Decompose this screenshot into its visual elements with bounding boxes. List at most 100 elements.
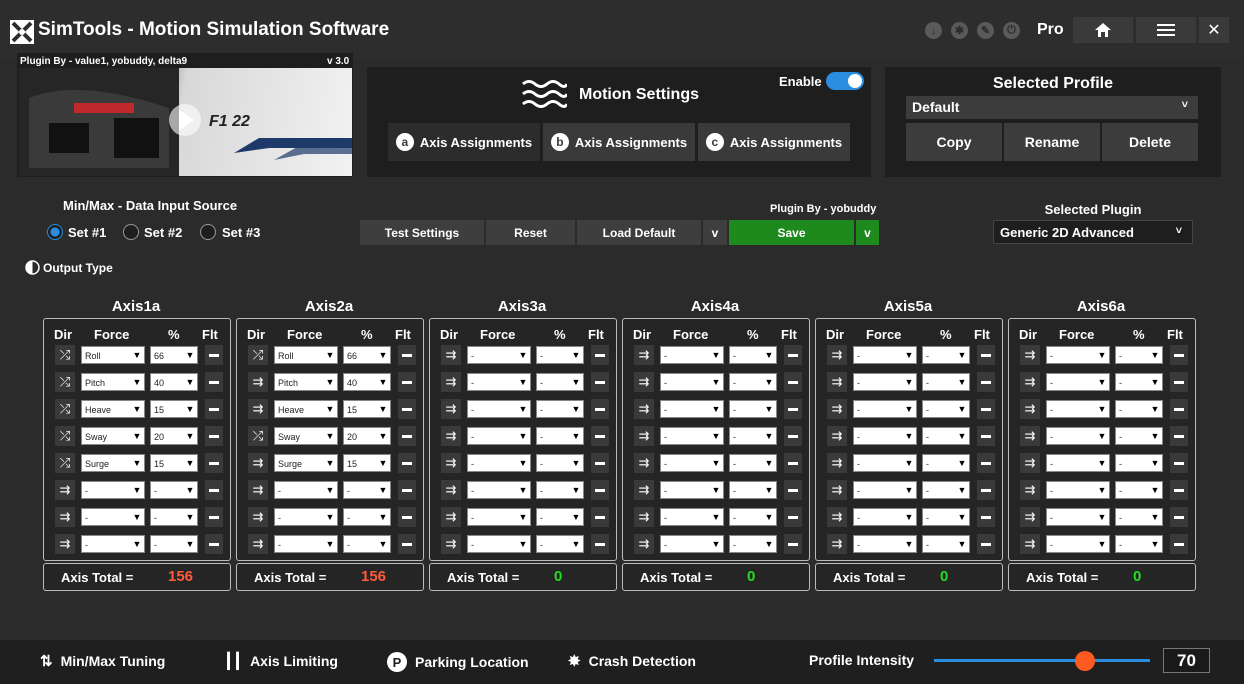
normal-direction-icon[interactable]: ⇉ [634, 453, 654, 473]
force-select[interactable]: - ▼ [853, 535, 917, 553]
filter-button[interactable] [205, 426, 223, 446]
percent-select[interactable]: - ▼ [922, 346, 970, 364]
filter-button[interactable] [977, 534, 995, 554]
normal-direction-icon[interactable]: ⇉ [1020, 426, 1040, 446]
percent-select[interactable]: - ▼ [1115, 454, 1163, 472]
force-select[interactable]: - ▼ [467, 508, 531, 526]
normal-direction-icon[interactable]: ⇉ [1020, 345, 1040, 365]
save-button[interactable]: Save [729, 220, 854, 245]
force-select[interactable]: - ▼ [853, 400, 917, 418]
percent-select[interactable]: - ▼ [150, 535, 198, 553]
filter-button[interactable] [591, 426, 609, 446]
copy-button[interactable]: Copy [906, 123, 1002, 161]
close-button[interactable]: ✕ [1199, 17, 1229, 43]
crash-detection-button[interactable]: ✸ Crash Detection [568, 652, 696, 670]
percent-select[interactable]: - ▼ [536, 481, 584, 499]
percent-select[interactable]: 20 ▼ [343, 427, 391, 445]
normal-direction-icon[interactable]: ⇉ [248, 399, 268, 419]
inverted-direction-icon[interactable]: ⤮ [55, 453, 75, 473]
percent-select[interactable]: - ▼ [1115, 346, 1163, 364]
settings-icon[interactable]: ✱ [951, 22, 968, 39]
percent-select[interactable]: 15 ▼ [343, 400, 391, 418]
filter-button[interactable] [977, 372, 995, 392]
filter-button[interactable] [205, 534, 223, 554]
force-select[interactable]: - ▼ [660, 400, 724, 418]
normal-direction-icon[interactable]: ⇉ [441, 507, 461, 527]
filter-button[interactable] [977, 426, 995, 446]
force-select[interactable]: Roll ▼ [81, 346, 145, 364]
filter-button[interactable] [784, 372, 802, 392]
filter-button[interactable] [784, 345, 802, 365]
filter-button[interactable] [591, 399, 609, 419]
percent-select[interactable]: - ▼ [729, 427, 777, 445]
percent-select[interactable]: - ▼ [1115, 400, 1163, 418]
normal-direction-icon[interactable]: ⇉ [1020, 534, 1040, 554]
normal-direction-icon[interactable]: ⇉ [248, 480, 268, 500]
force-select[interactable]: - ▼ [81, 481, 145, 499]
inverted-direction-icon[interactable]: ⤮ [248, 426, 268, 446]
tab-axis-assignments-c[interactable]: c Axis Assignments [698, 123, 850, 161]
filter-button[interactable] [591, 534, 609, 554]
normal-direction-icon[interactable]: ⇉ [827, 480, 847, 500]
percent-select[interactable]: - ▼ [729, 481, 777, 499]
percent-select[interactable]: - ▼ [1115, 373, 1163, 391]
force-select[interactable]: - ▼ [1046, 508, 1110, 526]
force-select[interactable]: Pitch ▼ [274, 373, 338, 391]
force-select[interactable]: Surge ▼ [274, 454, 338, 472]
filter-button[interactable] [977, 480, 995, 500]
filter-button[interactable] [398, 399, 416, 419]
percent-select[interactable]: - ▼ [729, 454, 777, 472]
percent-select[interactable]: 66 ▼ [150, 346, 198, 364]
percent-select[interactable]: - ▼ [536, 508, 584, 526]
filter-button[interactable] [784, 426, 802, 446]
force-select[interactable]: - ▼ [467, 373, 531, 391]
normal-direction-icon[interactable]: ⇉ [827, 372, 847, 392]
reset-button[interactable]: Reset [486, 220, 575, 245]
percent-select[interactable]: - ▼ [922, 481, 970, 499]
parking-location-button[interactable]: P Parking Location [387, 652, 529, 672]
rename-button[interactable]: Rename [1004, 123, 1100, 161]
percent-select[interactable]: - ▼ [536, 454, 584, 472]
force-select[interactable]: - ▼ [660, 508, 724, 526]
tab-axis-assignments-b[interactable]: b Axis Assignments [543, 123, 695, 161]
percent-select[interactable]: - ▼ [922, 400, 970, 418]
percent-select[interactable]: - ▼ [150, 508, 198, 526]
normal-direction-icon[interactable]: ⇉ [634, 480, 654, 500]
filter-button[interactable] [205, 399, 223, 419]
filter-button[interactable] [977, 453, 995, 473]
force-select[interactable]: - ▼ [81, 535, 145, 553]
load-default-button[interactable]: Load Default [577, 220, 701, 245]
percent-select[interactable]: - ▼ [1115, 535, 1163, 553]
normal-direction-icon[interactable]: ⇉ [55, 480, 75, 500]
filter-button[interactable] [591, 453, 609, 473]
filter-button[interactable] [784, 453, 802, 473]
force-select[interactable]: - ▼ [467, 346, 531, 364]
power-icon[interactable]: ⏻ [1003, 22, 1020, 39]
normal-direction-icon[interactable]: ⇉ [1020, 399, 1040, 419]
filter-button[interactable] [398, 453, 416, 473]
filter-button[interactable] [1170, 372, 1188, 392]
force-select[interactable]: - ▼ [467, 535, 531, 553]
normal-direction-icon[interactable]: ⇉ [634, 345, 654, 365]
normal-direction-icon[interactable]: ⇉ [248, 453, 268, 473]
normal-direction-icon[interactable]: ⇉ [827, 453, 847, 473]
force-select[interactable]: - ▼ [853, 481, 917, 499]
percent-select[interactable]: - ▼ [922, 535, 970, 553]
filter-button[interactable] [784, 534, 802, 554]
normal-direction-icon[interactable]: ⇉ [1020, 480, 1040, 500]
percent-select[interactable]: 66 ▼ [343, 346, 391, 364]
force-select[interactable]: - ▼ [467, 454, 531, 472]
percent-select[interactable]: - ▼ [729, 508, 777, 526]
percent-select[interactable]: - ▼ [343, 535, 391, 553]
axis-limiting-button[interactable]: ┃┃ Axis Limiting [224, 652, 338, 670]
force-select[interactable]: - ▼ [1046, 400, 1110, 418]
force-select[interactable]: Pitch ▼ [81, 373, 145, 391]
normal-direction-icon[interactable]: ⇉ [441, 372, 461, 392]
radio-set-3[interactable] [200, 224, 216, 240]
download-icon[interactable]: ↓ [925, 22, 942, 39]
filter-button[interactable] [205, 345, 223, 365]
filter-button[interactable] [1170, 480, 1188, 500]
percent-select[interactable]: - ▼ [922, 508, 970, 526]
percent-select[interactable]: - ▼ [1115, 481, 1163, 499]
force-select[interactable]: - ▼ [660, 481, 724, 499]
